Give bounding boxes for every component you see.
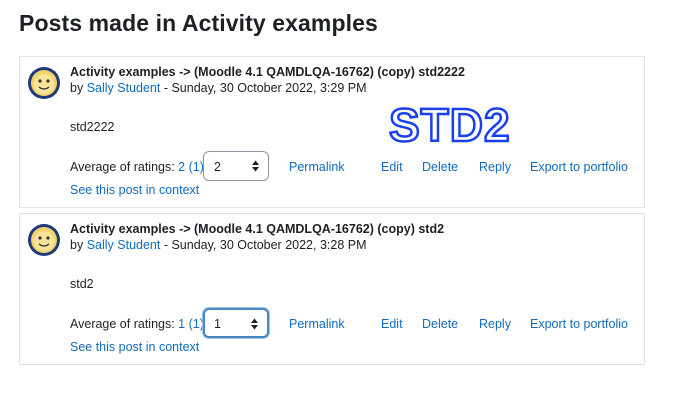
forum-post: Activity examples -> (Moodle 4.1 QAMDLQA… xyxy=(19,56,645,208)
see-in-context-link[interactable]: See this post in context xyxy=(70,183,199,197)
avatar[interactable] xyxy=(27,223,61,257)
select-caret-icon xyxy=(252,160,259,172)
delete-link[interactable]: Delete xyxy=(422,317,458,331)
std2-overlay-label: STD2 xyxy=(388,99,511,151)
rating-select-value: 2 xyxy=(214,160,221,174)
post-subject: Activity examples -> (Moodle 4.1 QAMDLQA… xyxy=(70,222,445,236)
see-in-context-link[interactable]: See this post in context xyxy=(70,340,199,354)
post-byline: by Sally Student - Sunday, 30 October 20… xyxy=(70,238,367,252)
by-prefix: by xyxy=(70,81,87,95)
ratings-summary: Average of ratings: 1 (1) xyxy=(70,317,204,331)
post-subject: Activity examples -> (Moodle 4.1 QAMDLQA… xyxy=(70,65,465,79)
reply-link[interactable]: Reply xyxy=(479,160,511,174)
export-to-portfolio-link[interactable]: Export to portfolio xyxy=(530,317,628,331)
forum-post: Activity examples -> (Moodle 4.1 QAMDLQA… xyxy=(19,213,645,365)
post-message: std2222 xyxy=(70,120,115,134)
edit-link[interactable]: Edit xyxy=(381,160,403,174)
export-to-portfolio-link[interactable]: Export to portfolio xyxy=(530,160,628,174)
ratings-value-link[interactable]: 1 (1) xyxy=(178,317,204,331)
ratings-label: Average of ratings: xyxy=(70,160,179,174)
ratings-label: Average of ratings: xyxy=(70,317,179,331)
author-link[interactable]: Sally Student xyxy=(87,238,161,252)
avatar[interactable] xyxy=(27,66,61,100)
permalink-link[interactable]: Permalink xyxy=(289,317,345,331)
delete-link[interactable]: Delete xyxy=(422,160,458,174)
by-prefix: by xyxy=(70,238,87,252)
permalink-link[interactable]: Permalink xyxy=(289,160,345,174)
reply-link[interactable]: Reply xyxy=(479,317,511,331)
post-date: - Sunday, 30 October 2022, 3:29 PM xyxy=(160,81,367,95)
rating-select-value: 1 xyxy=(214,317,221,331)
post-date: - Sunday, 30 October 2022, 3:28 PM xyxy=(160,238,367,252)
post-byline: by Sally Student - Sunday, 30 October 20… xyxy=(70,81,367,95)
rating-select[interactable]: 1 xyxy=(203,308,269,338)
edit-link[interactable]: Edit xyxy=(381,317,403,331)
ratings-summary: Average of ratings: 2 (1) xyxy=(70,160,204,174)
post-message: std2 xyxy=(70,277,94,291)
rating-select[interactable]: 2 xyxy=(203,151,269,181)
page-title: Posts made in Activity examples xyxy=(19,10,378,36)
ratings-value-link[interactable]: 2 (1) xyxy=(178,160,204,174)
select-caret-icon xyxy=(251,318,258,330)
author-link[interactable]: Sally Student xyxy=(87,81,161,95)
page: Posts made in Activity examples Activity… xyxy=(0,0,693,405)
